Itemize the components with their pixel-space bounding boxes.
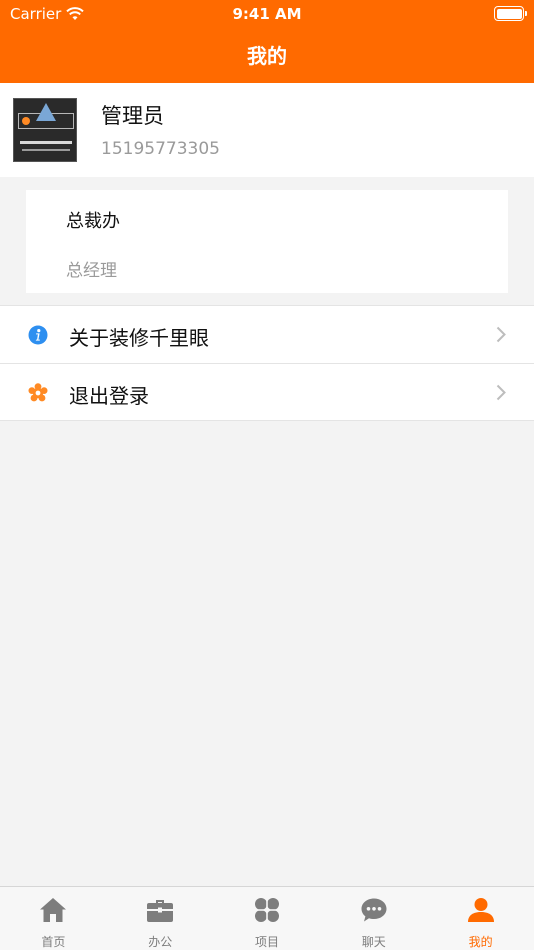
position-label: 总经理	[66, 261, 117, 281]
tab-label: 聊天	[361, 935, 386, 949]
tab-label: 首页	[41, 935, 66, 949]
user-name: 管理员	[101, 104, 164, 128]
home-icon	[40, 898, 67, 922]
person-icon	[467, 898, 494, 922]
tab-label: 项目	[254, 935, 279, 949]
chat-bubble-icon	[361, 898, 387, 922]
tab-projects[interactable]: 项目	[214, 887, 321, 950]
user-phone: 15195773305	[101, 139, 220, 159]
avatar	[13, 98, 77, 162]
info-icon	[28, 325, 48, 345]
tab-label: 我的	[468, 935, 493, 949]
tab-label: 办公	[148, 935, 173, 949]
tab-chat[interactable]: 聊天	[320, 887, 427, 950]
tab-office[interactable]: 办公	[107, 887, 214, 950]
department-label: 总裁办	[66, 211, 120, 232]
gear-icon	[28, 383, 48, 402]
tab-mine[interactable]: 我的	[427, 887, 534, 950]
status-clock: 9:41 AM	[232, 5, 302, 23]
menu-item-logout[interactable]: 退出登录	[0, 363, 534, 421]
tab-home[interactable]: 首页	[0, 887, 107, 950]
menu-item-label: 退出登录	[69, 384, 149, 408]
menu-item-label: 关于装修千里眼	[69, 326, 209, 350]
profile-card[interactable]	[0, 83, 534, 177]
battery-icon	[494, 6, 527, 21]
menu-item-about[interactable]: 关于装修千里眼	[0, 305, 534, 363]
briefcase-icon	[147, 900, 174, 922]
page-title: 我的	[247, 44, 287, 68]
chevron-right-icon	[496, 384, 506, 401]
grid-petal-icon	[254, 898, 279, 922]
status-bar: Carrier 9:41 AM	[0, 0, 534, 28]
chevron-right-icon	[496, 326, 506, 343]
tab-bar: 首页 办公 项目 聊天 我的	[0, 886, 534, 950]
app-header: Carrier 9:41 AM 我的	[0, 0, 534, 83]
